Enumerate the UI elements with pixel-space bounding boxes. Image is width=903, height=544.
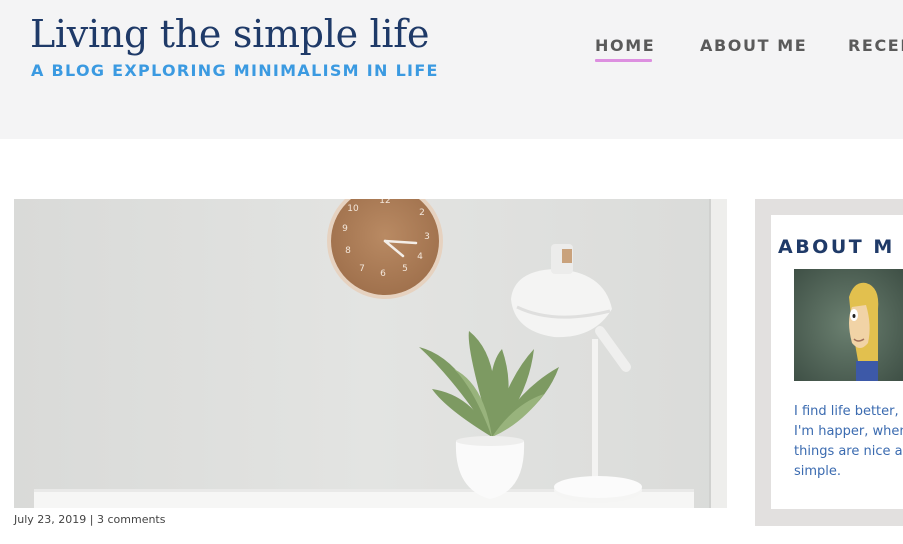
hero-photo-illustration: 12 10 9 8 7 6 5 4 3 2 (14, 199, 727, 508)
comments-link[interactable]: 3 comments (97, 513, 166, 526)
about-widget-title: ABOUT M (778, 236, 895, 258)
svg-text:4: 4 (417, 252, 423, 262)
post-featured-image[interactable]: 12 10 9 8 7 6 5 4 3 2 (14, 199, 727, 508)
bio-line: I'm happer, when (794, 424, 903, 439)
avatar (794, 269, 903, 381)
bio-line: I find life better, (794, 404, 899, 419)
sidebar: ABOUT M I find life better, I'm happer, … (755, 199, 903, 526)
about-bio: I find life better, I'm happer, when thi… (794, 402, 903, 482)
nav-item-home[interactable]: HOME (595, 36, 655, 55)
svg-text:10: 10 (347, 204, 359, 214)
svg-text:8: 8 (345, 246, 351, 256)
bio-line: things are nice ar (794, 444, 903, 459)
main-nav: HOME ABOUT ME RECEN (0, 36, 903, 66)
svg-text:9: 9 (342, 224, 348, 234)
site-header: Living the simple life A BLOG EXPLORING … (0, 0, 903, 139)
svg-text:7: 7 (359, 264, 365, 274)
svg-text:5: 5 (402, 264, 408, 274)
svg-text:6: 6 (380, 269, 386, 279)
svg-text:2: 2 (419, 208, 425, 218)
post-meta: July 23, 2019 | 3 comments (14, 513, 165, 526)
meta-separator: | (89, 513, 94, 526)
nav-item-recent[interactable]: RECEN (848, 36, 903, 55)
svg-text:3: 3 (424, 232, 430, 242)
post-date: July 23, 2019 (14, 513, 87, 526)
svg-text:12: 12 (379, 199, 390, 206)
bio-line: simple. (794, 464, 842, 479)
nav-active-underline (595, 59, 652, 62)
nav-item-about-me[interactable]: ABOUT ME (700, 36, 807, 55)
